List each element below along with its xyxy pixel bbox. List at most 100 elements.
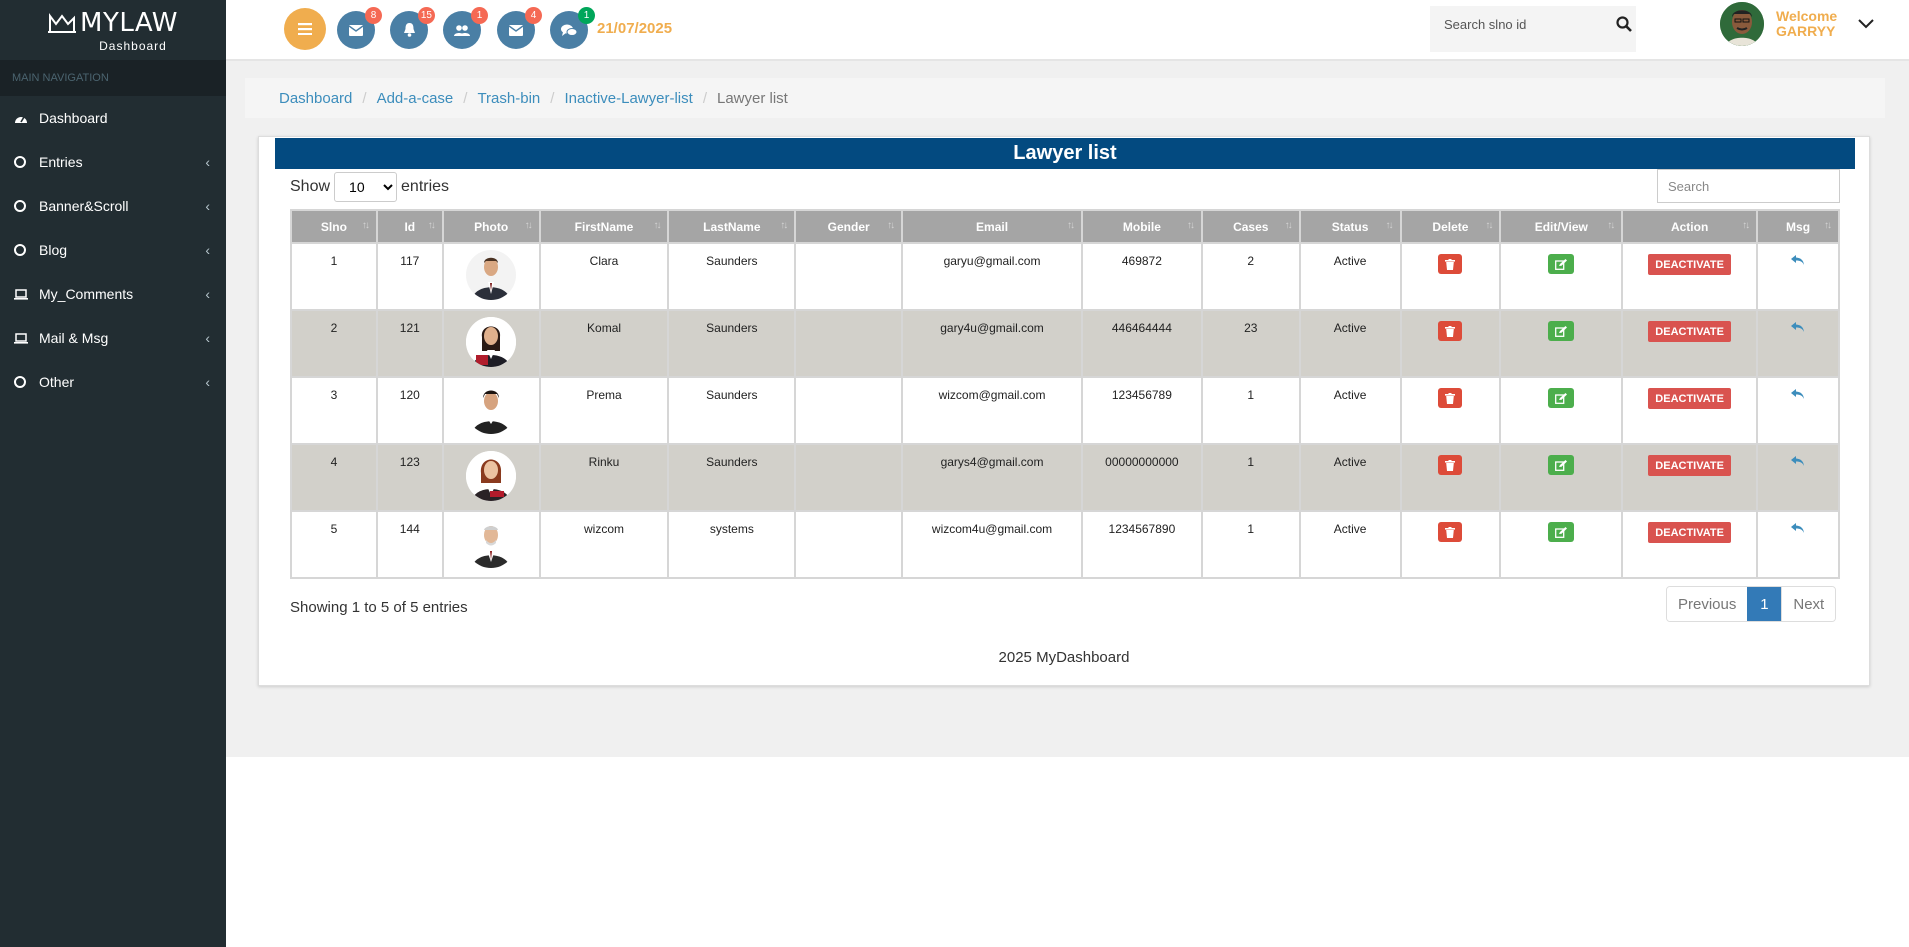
cell-slno: 5: [290, 510, 378, 579]
next-button[interactable]: Next: [1781, 587, 1836, 621]
breadcrumb-current: Lawyer list: [716, 89, 788, 107]
show-entries: Show 10 entries: [290, 172, 449, 202]
edit-icon: [1555, 526, 1568, 538]
breadcrumb-add-a-case[interactable]: Add-a-case: [377, 90, 454, 107]
delete-button[interactable]: [1438, 321, 1463, 341]
page-title: Lawyer list: [275, 138, 1855, 169]
column-header[interactable]: Status ↑↓: [1298, 209, 1402, 244]
sort-icon: ↑↓: [780, 220, 788, 231]
edit-icon: [1555, 392, 1568, 404]
breadcrumb-dashboard[interactable]: Dashboard: [279, 90, 352, 107]
cell-cases: 2: [1200, 242, 1301, 311]
column-header[interactable]: Cases ↑↓: [1200, 209, 1301, 244]
edit-view-button[interactable]: [1548, 455, 1575, 475]
cell-id: 123: [375, 443, 444, 512]
delete-button[interactable]: [1438, 254, 1463, 274]
sidebar-item-dashboard[interactable]: Dashboard: [0, 96, 226, 140]
notification-badge: 1: [471, 7, 488, 24]
edit-view-button[interactable]: [1548, 522, 1575, 542]
column-header[interactable]: Msg ↑↓: [1756, 209, 1840, 244]
messages-button[interactable]: 8: [337, 7, 382, 49]
column-header[interactable]: Gender ↑↓: [794, 209, 904, 244]
delete-button[interactable]: [1438, 388, 1463, 408]
edit-view-button[interactable]: [1548, 321, 1575, 341]
chevron-left-icon: ‹: [205, 330, 210, 346]
notifications-button[interactable]: 15: [390, 7, 435, 49]
logo[interactable]: MYLAW Dashboard: [0, 0, 226, 60]
column-header[interactable]: Slno ↑↓: [290, 209, 378, 244]
sort-icon: ↑↓: [1742, 220, 1750, 231]
cell-lastname: Saunders: [667, 242, 797, 311]
pagination: Previous 1 Next: [1666, 586, 1837, 622]
column-header[interactable]: Edit/View ↑↓: [1499, 209, 1624, 244]
sidebar-item-my-comments[interactable]: My_Comments ‹: [0, 272, 226, 316]
notification-badge: 1: [578, 7, 595, 24]
column-header[interactable]: Mobile ↑↓: [1080, 209, 1203, 244]
chevron-left-icon: ‹: [205, 198, 210, 214]
deactivate-button[interactable]: DEACTIVATE: [1648, 321, 1731, 342]
avatar[interactable]: [1720, 2, 1764, 46]
deactivate-button[interactable]: DEACTIVATE: [1648, 522, 1731, 543]
cell-delete: [1399, 309, 1502, 378]
welcome-label: Welcome: [1776, 8, 1838, 24]
cell-firstname: Rinku: [538, 443, 670, 512]
reply-icon[interactable]: [1791, 389, 1805, 399]
search-icon[interactable]: [1616, 16, 1634, 34]
edit-view-button[interactable]: [1548, 254, 1575, 274]
users-icon: [454, 24, 470, 36]
delete-button[interactable]: [1438, 522, 1463, 542]
page-size-select[interactable]: 10: [334, 172, 398, 202]
cell-email: wizcom@gmail.com: [901, 376, 1083, 445]
sidebar-item-mail-msg[interactable]: Mail & Msg ‹: [0, 316, 226, 360]
sidebar-item-banner-scroll[interactable]: Banner&Scroll ‹: [0, 184, 226, 228]
slno-search-input[interactable]: [1444, 10, 1594, 38]
reply-icon[interactable]: [1791, 523, 1805, 533]
reply-icon[interactable]: [1791, 322, 1805, 332]
chat-button[interactable]: 1: [550, 7, 595, 49]
delete-button[interactable]: [1438, 455, 1463, 475]
cell-gender: [794, 510, 904, 579]
column-header[interactable]: Email ↑↓: [901, 209, 1083, 244]
edit-view-button[interactable]: [1548, 388, 1575, 408]
users-button[interactable]: 1: [443, 7, 488, 49]
sidebar-item-entries[interactable]: Entries ‹: [0, 140, 226, 184]
deactivate-button[interactable]: DEACTIVATE: [1648, 254, 1731, 275]
sort-icon: ↑↓: [1485, 220, 1493, 231]
table-search-input[interactable]: [1657, 169, 1840, 203]
breadcrumb-inactive-lawyer-list[interactable]: Inactive-Lawyer-list: [564, 90, 692, 107]
cell-msg: [1756, 309, 1840, 378]
cell-id: 120: [375, 376, 444, 445]
reply-icon[interactable]: [1791, 255, 1805, 265]
mail-button[interactable]: 4: [497, 7, 542, 49]
comments-icon: [561, 24, 577, 36]
sidebar-item-blog[interactable]: Blog ‹: [0, 228, 226, 272]
column-header[interactable]: Photo ↑↓: [441, 209, 541, 244]
sidebar-item-other[interactable]: Other ‹: [0, 360, 226, 404]
page-1-button[interactable]: 1: [1747, 587, 1782, 621]
deactivate-button[interactable]: DEACTIVATE: [1648, 388, 1731, 409]
menu-toggle-button[interactable]: [284, 8, 326, 50]
cell-delete: [1399, 376, 1502, 445]
cell-photo: [441, 242, 541, 311]
breadcrumb: Dashboard / Add-a-case / Trash-bin / Inacti…: [245, 78, 1885, 118]
deactivate-button[interactable]: DEACTIVATE: [1648, 455, 1731, 476]
column-header[interactable]: Delete ↑↓: [1399, 209, 1502, 244]
column-header[interactable]: LastName ↑↓: [667, 209, 797, 244]
cell-gender: [794, 242, 904, 311]
previous-button[interactable]: Previous: [1667, 587, 1748, 621]
table-header-row: Slno ↑↓ Id ↑↓ Photo ↑↓ FirstName ↑↓ LastName…: [290, 209, 1840, 244]
breadcrumb-trash-bin[interactable]: Trash-bin: [477, 90, 540, 107]
cell-msg: [1756, 242, 1840, 311]
chevron-down-icon[interactable]: [1858, 16, 1874, 34]
reply-icon[interactable]: [1791, 456, 1805, 466]
column-header[interactable]: FirstName ↑↓: [538, 209, 670, 244]
cell-action: DEACTIVATE: [1621, 443, 1759, 512]
column-header[interactable]: Action ↑↓: [1621, 209, 1759, 244]
chevron-left-icon: ‹: [205, 154, 210, 170]
current-date: 21/07/2025: [597, 20, 673, 37]
cell-mobile: 123456789: [1080, 376, 1203, 445]
column-header[interactable]: Id ↑↓: [375, 209, 444, 244]
sidebar-item-label: Blog: [39, 242, 68, 258]
circle-icon: [14, 156, 39, 168]
cell-cases: 1: [1200, 510, 1301, 579]
